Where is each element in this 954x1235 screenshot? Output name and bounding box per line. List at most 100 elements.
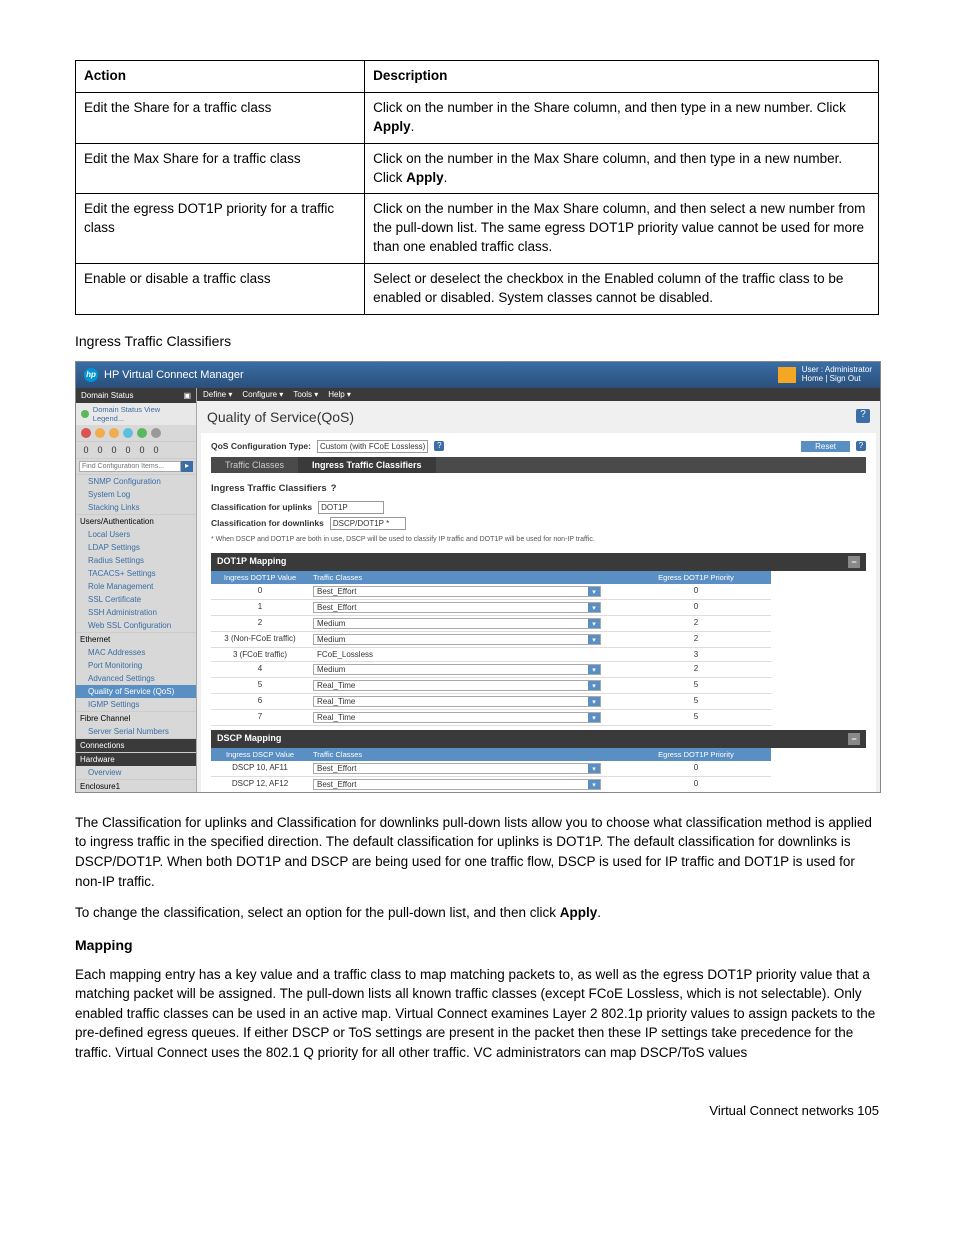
collapse-icon[interactable]: − [848,733,860,745]
traffic-class-select[interactable]: Best_Effort▾ [313,763,601,774]
menu-configure[interactable]: Configure ▾ [242,390,283,399]
nav-item[interactable]: TACACS+ Settings [76,567,196,580]
nav-item[interactable]: SNMP Configuration [76,475,196,488]
traffic-class-select[interactable]: Best_Effort▾ [313,586,601,597]
chevron-down-icon[interactable]: ▾ [588,764,600,773]
dscp-mapping-table: Ingress DSCP Value Traffic Classes Egres… [211,748,771,793]
chevron-down-icon[interactable]: ▾ [588,587,600,596]
nav-item[interactable]: SSL Certificate [76,593,196,606]
dscp-mapping-title: DSCP Mapping [217,733,281,745]
chevron-down-icon[interactable]: ▾ [588,713,600,722]
config-type-label: QoS Configuration Type: [211,441,311,451]
chevron-down-icon[interactable]: ▾ [588,603,600,612]
action-cell: Edit the Share for a traffic class [76,92,365,143]
ingress-value-cell: DSCP 12, AF12 [211,777,309,792]
egress-priority-cell: 3 [637,648,755,661]
egress-priority-cell: 2 [637,662,755,677]
status-ok2-icon[interactable] [137,428,147,438]
chevron-down-icon[interactable]: ▾ [588,619,600,628]
nav-category[interactable]: Fibre Channel [76,711,196,725]
egress-priority-cell: 5 [637,694,755,709]
traffic-class-select[interactable]: Best_Effort▾ [313,779,601,790]
nav-item[interactable]: IGMP Settings [76,698,196,711]
nav-item[interactable]: Port Monitoring [76,659,196,672]
chevron-down-icon[interactable]: ▾ [588,665,600,674]
traffic-class-select[interactable]: Medium▾ [313,634,601,645]
help-icon[interactable]: ? [856,409,870,423]
nav-item[interactable]: Advanced Settings [76,672,196,685]
egress-priority-cell: 0 [637,761,755,776]
nav-item[interactable]: Server Serial Numbers [76,725,196,738]
nav-item-qos[interactable]: Quality of Service (QoS) [76,685,196,698]
nav-item[interactable]: Enclosure1 [76,779,196,793]
table-row: 3 (Non-FCoE traffic)Medium▾2 [211,632,771,648]
nav-item[interactable]: Stacking Links [76,501,196,514]
chevron-down-icon[interactable]: ▾ [588,697,600,706]
action-cell: Enable or disable a traffic class [76,264,365,315]
status-info-icon[interactable] [123,428,133,438]
status-caution-icon[interactable] [109,428,119,438]
col-traffic-classes: Traffic Classes [309,748,637,761]
egress-priority-cell: 0 [637,777,755,792]
info-icon[interactable]: ? [331,483,337,494]
status-critical-icon[interactable] [81,428,91,438]
traffic-class-select[interactable]: Real_Time▾ [313,680,601,691]
status-warning-icon[interactable] [95,428,105,438]
collapse-icon[interactable]: − [848,556,860,568]
tab-ingress-classifiers[interactable]: Ingress Traffic Classifiers [298,457,436,473]
chevron-down-icon[interactable]: ▾ [588,780,600,789]
traffic-class-select[interactable]: Real_Time▾ [313,712,601,723]
app-titlebar: hp HP Virtual Connect Manager User : Adm… [76,362,880,388]
embedded-screenshot: hp HP Virtual Connect Manager User : Adm… [75,361,881,793]
nav-item[interactable]: Local Users [76,528,196,541]
domain-legend[interactable]: Domain Status View Legend... [76,403,196,425]
home-signout-link[interactable]: Home | Sign Out [802,375,872,384]
ingress-value-cell: 4 [211,662,309,677]
reset-button[interactable]: Reset [801,441,850,452]
egress-priority-cell: 0 [637,600,755,615]
menu-define[interactable]: Define ▾ [203,390,232,399]
nav-item[interactable]: MAC Addresses [76,646,196,659]
status-unknown-icon[interactable] [151,428,161,438]
sidebar-search[interactable]: ▸ [76,459,196,475]
home-icon[interactable] [778,367,796,383]
traffic-class-static: FCoE_Lossless [313,650,373,659]
nav-item[interactable]: Web SSL Configuration [76,619,196,632]
ingress-value-cell: 3 (FCoE traffic) [211,648,309,661]
nav-item[interactable]: Radius Settings [76,554,196,567]
nav-category[interactable]: Ethernet [76,632,196,646]
nav-hardware[interactable]: Hardware [76,752,196,766]
nav-item[interactable]: System Log [76,488,196,501]
traffic-class-select[interactable]: Real_Time▾ [313,696,601,707]
action-cell: Edit the Max Share for a traffic class [76,143,365,194]
col-ingress-value: Ingress DOT1P Value [211,571,309,584]
traffic-class-select[interactable]: Medium▾ [313,618,601,629]
info-icon[interactable]: ? [856,441,866,451]
nav-item[interactable]: Role Management [76,580,196,593]
nav-item[interactable]: SSH Administration [76,606,196,619]
menu-help[interactable]: Help ▾ [328,390,351,399]
chevron-down-icon[interactable]: ▾ [588,635,600,644]
search-input[interactable] [79,461,181,472]
sidebar: Domain Status▣ Domain Status View Legend… [76,388,197,793]
info-icon[interactable]: ? [434,441,444,451]
collapse-icon[interactable]: ▣ [183,391,191,400]
nav-item[interactable]: Overview [76,766,196,779]
config-type-select[interactable]: Custom (with FCoE Lossless) [317,440,428,453]
nav-connections[interactable]: Connections [76,738,196,752]
dot1p-mapping-table: Ingress DOT1P Value Traffic Classes Egre… [211,571,771,726]
nav-category[interactable]: Users/Authentication [76,514,196,528]
traffic-class-select[interactable]: Medium▾ [313,664,601,675]
chevron-down-icon[interactable]: ▾ [588,681,600,690]
main-pane: Define ▾ Configure ▾ Tools ▾ Help ▾ Qual… [197,388,880,793]
tab-traffic-classes[interactable]: Traffic Classes [211,457,298,473]
table-row: 0Best_Effort▾0 [211,584,771,600]
search-go-button[interactable]: ▸ [181,461,193,472]
table-row: Edit the Share for a traffic class Click… [76,92,879,143]
downlinks-select[interactable]: DSCP/DOT1P * [330,517,406,530]
table-row: DSCP 12, AF12 Best_Effort▾ 0 [211,777,771,793]
nav-item[interactable]: LDAP Settings [76,541,196,554]
uplinks-select[interactable]: DOT1P [318,501,384,514]
menu-tools[interactable]: Tools ▾ [293,390,318,399]
traffic-class-select[interactable]: Best_Effort▾ [313,602,601,613]
